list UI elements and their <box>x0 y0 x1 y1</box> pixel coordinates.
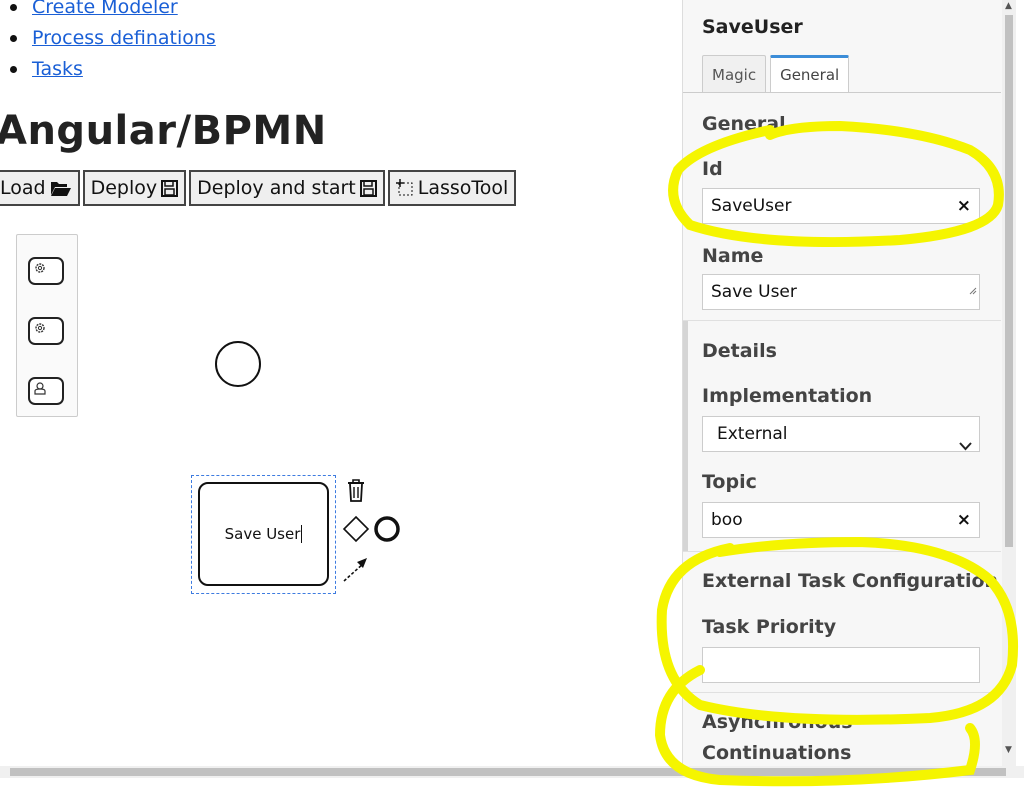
horizontal-scrollbar[interactable] <box>0 766 1024 778</box>
end-event-icon[interactable] <box>373 515 401 547</box>
bpmn-palette <box>16 234 78 417</box>
nav-item: Create Modeler <box>0 0 216 23</box>
deploy-label: Deploy <box>90 177 158 199</box>
lasso-tool-button[interactable]: LassoTool <box>387 170 517 206</box>
text-caret <box>301 525 303 543</box>
properties-panel: SaveUser Magic General General Id SaveUs… <box>682 0 1002 766</box>
scrollbar-thumb[interactable] <box>10 768 1006 776</box>
load-button[interactable]: Load <box>0 170 80 206</box>
id-label: Id <box>702 158 723 180</box>
deploy-and-start-label: Deploy and start <box>197 177 356 199</box>
name-label: Name <box>702 245 764 267</box>
nav-list: Create Modeler Process definations Tasks <box>0 0 216 85</box>
panel-title: SaveUser <box>702 16 803 38</box>
implementation-value: External <box>717 424 788 444</box>
toolbar: Load Deploy Deploy and start LassoTool <box>0 170 519 208</box>
group-divider <box>683 692 1001 693</box>
task-label[interactable]: Save User <box>225 525 301 543</box>
id-field[interactable]: SaveUser × <box>702 188 980 224</box>
save-user-task[interactable]: Save User <box>198 482 329 586</box>
task-priority-label: Task Priority <box>702 616 837 638</box>
nav-item: Process definations <box>0 23 216 54</box>
start-event[interactable] <box>215 341 261 387</box>
deploy-button[interactable]: Deploy <box>82 170 187 206</box>
nav-item: Tasks <box>0 54 216 85</box>
panel-tabs: Magic General <box>702 55 853 92</box>
task-priority-field[interactable] <box>702 647 980 683</box>
async-group-header-line2[interactable]: Continuations <box>702 742 851 764</box>
panel-scrollbar-thumb[interactable] <box>1005 15 1013 547</box>
async-group-header-line1[interactable]: Asynchronous <box>702 711 853 733</box>
implementation-select[interactable]: External <box>702 416 980 452</box>
external-task-group-header[interactable]: External Task Configuration <box>702 570 998 592</box>
clear-topic-icon[interactable]: × <box>957 503 971 537</box>
save-icon <box>359 179 377 197</box>
process-definitions-link[interactable]: Process definations <box>32 27 216 49</box>
group-divider <box>683 551 1001 552</box>
tab-magic[interactable]: Magic <box>702 55 767 92</box>
folder-open-icon <box>50 180 72 197</box>
save-icon <box>161 179 179 197</box>
scroll-down-icon[interactable]: ▼ <box>1005 745 1012 755</box>
resize-handle-icon[interactable] <box>967 273 977 307</box>
name-value: Save User <box>711 282 797 302</box>
deploy-and-start-button[interactable]: Deploy and start <box>189 170 385 206</box>
lasso-label: LassoTool <box>417 177 509 199</box>
gateway-icon[interactable] <box>342 515 370 547</box>
tab-general[interactable]: General <box>770 55 850 92</box>
service-task-tool[interactable] <box>28 257 64 285</box>
lasso-icon <box>395 179 414 197</box>
scroll-up-icon[interactable]: ▲ <box>1005 1 1012 11</box>
topic-value: boo <box>711 510 743 530</box>
panel-scrollbar[interactable]: ▲ ▼ <box>1002 0 1016 766</box>
general-group-header[interactable]: General <box>702 113 786 135</box>
trash-icon[interactable] <box>345 478 367 507</box>
tasks-link[interactable]: Tasks <box>32 58 83 80</box>
create-modeler-link[interactable]: Create Modeler <box>32 0 178 18</box>
group-divider <box>683 320 1001 321</box>
details-group-header[interactable]: Details <box>702 340 777 362</box>
tab-divider <box>683 92 1001 93</box>
load-label: Load <box>0 177 46 199</box>
id-value: SaveUser <box>711 196 792 216</box>
name-field[interactable]: Save User <box>702 274 980 310</box>
page-title: Angular/BPMN <box>0 108 327 154</box>
user-task-tool[interactable] <box>28 377 64 405</box>
implementation-label: Implementation <box>702 385 873 407</box>
chevron-down-icon <box>959 429 972 463</box>
topic-field[interactable]: boo × <box>702 502 980 538</box>
connect-arrow-icon[interactable] <box>342 556 370 588</box>
clear-id-icon[interactable]: × <box>957 189 971 223</box>
topic-label: Topic <box>702 471 757 493</box>
details-group-bar <box>683 321 688 551</box>
service-task-tool[interactable] <box>28 317 64 345</box>
